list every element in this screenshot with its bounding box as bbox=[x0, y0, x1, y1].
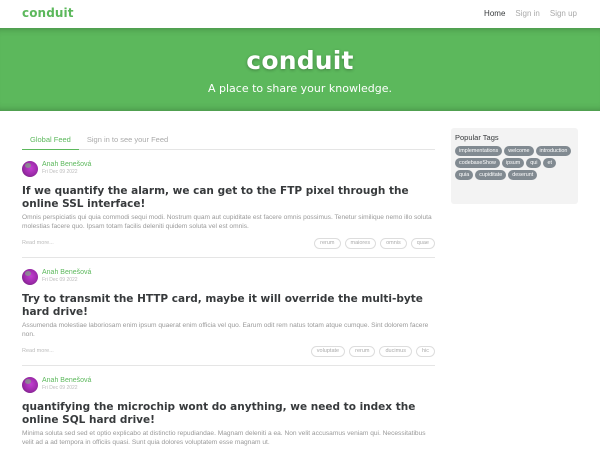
popular-tags-sidebar: Popular Tags implementations welcome int… bbox=[451, 128, 578, 204]
tag-pill[interactable]: codebaseShow bbox=[455, 158, 500, 168]
read-more-link[interactable]: Read more... bbox=[22, 348, 54, 354]
article-date: Fri Dec 09 2022 bbox=[42, 169, 78, 175]
nav-home-link[interactable]: Home bbox=[484, 9, 505, 18]
article-description: Minima soluta sed sed et optio explicabo… bbox=[22, 430, 426, 446]
tag-pill[interactable]: qui bbox=[526, 158, 542, 168]
banner-title: conduit bbox=[246, 46, 354, 75]
tag-pill[interactable]: quia bbox=[455, 170, 474, 180]
article-tag-list: voluptate rerum ducimus hic bbox=[310, 346, 435, 357]
tag-pill[interactable]: introduction bbox=[535, 146, 572, 156]
nav-sign-up-link[interactable]: Sign up bbox=[550, 9, 577, 18]
tag-pill[interactable]: welcome bbox=[504, 146, 534, 156]
author-link[interactable]: Anah Benešová bbox=[42, 377, 91, 384]
article-tag[interactable]: rerum bbox=[349, 346, 376, 357]
tag-pill-list: implementations welcome introduction cod… bbox=[455, 146, 574, 180]
avatar[interactable] bbox=[22, 269, 38, 285]
feed-tabs: Global Feed Sign in to see your Feed bbox=[22, 130, 435, 150]
brand-logo[interactable]: conduit bbox=[22, 6, 74, 20]
article-meta: Anah Benešová Fri Dec 09 2022 bbox=[22, 158, 435, 186]
author-link[interactable]: Anah Benešová bbox=[42, 161, 91, 168]
avatar[interactable] bbox=[22, 161, 38, 177]
tab-global-feed[interactable]: Global Feed bbox=[22, 130, 79, 150]
top-navbar: conduit Home Sign in Sign up bbox=[0, 0, 600, 28]
nav-sign-in-link[interactable]: Sign in bbox=[515, 9, 539, 18]
tag-pill[interactable]: implementations bbox=[455, 146, 503, 156]
article-preview: Anah Benešová Fri Dec 09 2022 quantifyin… bbox=[22, 374, 435, 447]
avatar[interactable] bbox=[22, 377, 38, 393]
article-tag[interactable]: omnis bbox=[380, 238, 407, 249]
tag-pill[interactable]: cupiditate bbox=[475, 170, 507, 180]
article-footer: Read more... rerum maiores omnis quae bbox=[22, 235, 435, 257]
article-date: Fri Dec 09 2022 bbox=[42, 277, 78, 283]
article-footer: Read more... voluptate rerum ducimus hic bbox=[22, 343, 435, 365]
tag-pill[interactable]: deserunt bbox=[508, 170, 538, 180]
article-title[interactable]: Try to transmit the HTTP card, maybe it … bbox=[22, 293, 435, 319]
hero-banner: conduit A place to share your knowledge. bbox=[0, 28, 600, 111]
read-more-link[interactable]: Read more... bbox=[22, 240, 54, 246]
tag-pill[interactable]: et bbox=[543, 158, 556, 168]
article-tag[interactable]: rerum bbox=[314, 238, 341, 249]
article-tag[interactable]: hic bbox=[415, 346, 435, 357]
article-tag[interactable]: maiores bbox=[344, 238, 377, 249]
article-preview: Anah Benešová Fri Dec 09 2022 Try to tra… bbox=[22, 266, 435, 366]
tag-pill[interactable]: ipsum bbox=[501, 158, 525, 168]
article-tag[interactable]: voluptate bbox=[310, 346, 346, 357]
article-meta: Anah Benešová Fri Dec 09 2022 bbox=[22, 374, 435, 402]
article-tag-list: rerum maiores omnis quae bbox=[314, 238, 435, 249]
article-description: Assumenda molestiae laboriosam enim ipsu… bbox=[22, 322, 429, 338]
article-tag[interactable]: ducimus bbox=[379, 346, 412, 357]
article-title[interactable]: If we quantify the alarm, we can get to … bbox=[22, 185, 435, 211]
article-date: Fri Dec 09 2022 bbox=[42, 385, 78, 391]
article-feed: Global Feed Sign in to see your Feed Ana… bbox=[22, 130, 435, 447]
article-tag[interactable]: quae bbox=[410, 238, 435, 249]
author-link[interactable]: Anah Benešová bbox=[42, 269, 91, 276]
article-title[interactable]: quantifying the microchip wont do anythi… bbox=[22, 401, 435, 427]
article-preview: Anah Benešová Fri Dec 09 2022 If we quan… bbox=[22, 158, 435, 258]
banner-subtitle: A place to share your knowledge. bbox=[208, 82, 392, 95]
article-description: Omnis perspiciatis qui quia commodi sequ… bbox=[22, 214, 432, 230]
tab-your-feed[interactable]: Sign in to see your Feed bbox=[79, 130, 176, 150]
article-meta: Anah Benešová Fri Dec 09 2022 bbox=[22, 266, 435, 294]
nav-links: Home Sign in Sign up bbox=[484, 9, 577, 18]
sidebar-heading: Popular Tags bbox=[455, 133, 499, 142]
